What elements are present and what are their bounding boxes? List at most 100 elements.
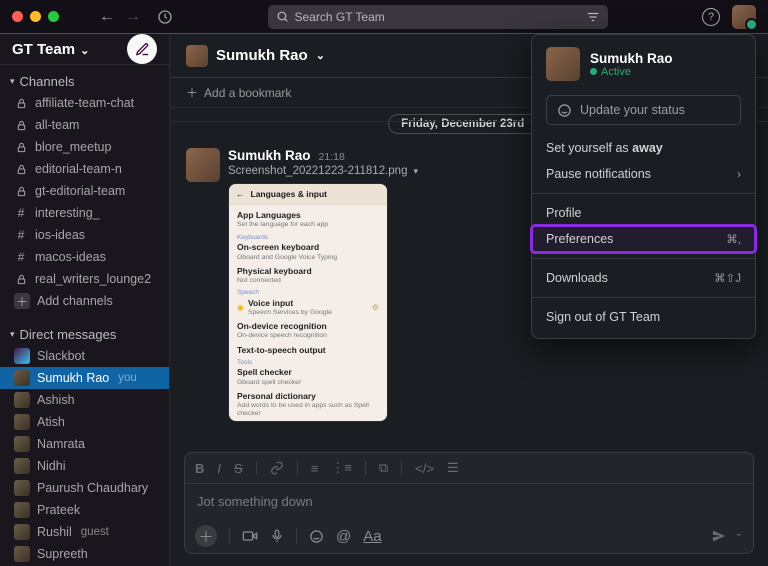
preferences-label: Preferences bbox=[546, 232, 613, 246]
date-divider[interactable]: Friday, December 23rd ⌄ bbox=[388, 114, 550, 134]
mention-button[interactable]: @ bbox=[336, 528, 351, 545]
channel-item[interactable]: real_writers_lounge2 bbox=[0, 268, 169, 290]
chevron-down-icon[interactable]: ▾ bbox=[413, 166, 418, 177]
dm-item[interactable]: Nidhi bbox=[0, 455, 169, 477]
user-menu-name: Sumukh Rao bbox=[590, 51, 673, 66]
history-icon[interactable] bbox=[157, 9, 173, 25]
channel-name: all-team bbox=[35, 118, 79, 132]
back-arrow-icon: ← bbox=[236, 189, 245, 199]
set-away-button[interactable]: Set yourself as away bbox=[532, 135, 755, 161]
message-avatar[interactable] bbox=[186, 148, 220, 182]
dm-item[interactable]: Prateek bbox=[0, 499, 169, 521]
dm-name: Supreeth bbox=[37, 547, 88, 561]
signout-button[interactable]: Sign out of GT Team bbox=[532, 304, 755, 330]
dm-avatar bbox=[14, 546, 30, 562]
emoji-icon bbox=[557, 103, 572, 118]
user-avatar-button[interactable] bbox=[732, 5, 756, 29]
channel-item[interactable]: affiliate-team-chat bbox=[0, 92, 169, 114]
lock-icon bbox=[14, 142, 28, 153]
dm-item[interactable]: Atish bbox=[0, 411, 169, 433]
channels-label: Channels bbox=[20, 74, 75, 89]
bullet-list-button[interactable]: ⋮≡ bbox=[331, 460, 352, 476]
channel-item[interactable]: gt-editorial-team bbox=[0, 180, 169, 202]
date-divider-label: Friday, December 23rd bbox=[401, 118, 524, 130]
composer-input[interactable]: Jot something down bbox=[185, 484, 753, 519]
plus-icon: ＋ bbox=[14, 293, 30, 309]
send-options-button[interactable]: ⌄ bbox=[735, 528, 743, 544]
bold-button[interactable]: B bbox=[195, 461, 204, 476]
zoom-window-button[interactable] bbox=[48, 11, 59, 22]
close-window-button[interactable] bbox=[12, 11, 23, 22]
dm-item[interactable]: Paurush Chaudhary bbox=[0, 477, 169, 499]
downloads-button[interactable]: Downloads ⌘⇧J bbox=[532, 265, 755, 291]
downloads-shortcut: ⌘⇧J bbox=[714, 271, 741, 285]
compose-button[interactable] bbox=[127, 34, 157, 64]
channel-item[interactable]: editorial-team-n bbox=[0, 158, 169, 180]
channels-section-header[interactable]: ▾ Channels bbox=[0, 71, 169, 92]
add-channels[interactable]: ＋ Add channels bbox=[0, 290, 169, 312]
strike-button[interactable]: S bbox=[234, 461, 243, 476]
dm-item[interactable]: Ashish bbox=[0, 389, 169, 411]
codeblock-button[interactable]: ☰ bbox=[447, 460, 459, 476]
help-icon[interactable]: ? bbox=[702, 8, 720, 26]
conversation-avatar bbox=[186, 45, 208, 67]
hash-icon: # bbox=[14, 228, 28, 242]
channel-name: affiliate-team-chat bbox=[35, 96, 134, 110]
dm-item[interactable]: Slackbot bbox=[0, 345, 169, 367]
code-button[interactable]: </> bbox=[415, 461, 434, 476]
channel-name: editorial-team-n bbox=[35, 162, 122, 176]
dms-section-header[interactable]: ▾ Direct messages bbox=[0, 324, 169, 345]
minimize-window-button[interactable] bbox=[30, 11, 41, 22]
titlebar: ← → Search GT Team ? bbox=[0, 0, 768, 34]
channel-item[interactable]: #ios-ideas bbox=[0, 224, 169, 246]
channel-item[interactable]: #interesting_ bbox=[0, 202, 169, 224]
message-author[interactable]: Sumukh Rao bbox=[228, 148, 311, 163]
update-status-button[interactable]: Update your status bbox=[546, 95, 741, 125]
channel-name: macos-ideas bbox=[35, 250, 106, 264]
caret-down-icon: ▾ bbox=[10, 76, 15, 87]
attachment-preview[interactable]: ← Languages & input App Languages Set th… bbox=[228, 183, 388, 422]
global-search[interactable]: Search GT Team bbox=[268, 5, 608, 29]
dm-avatar bbox=[14, 414, 30, 430]
workspace-switcher[interactable]: GT Team ⌄ bbox=[0, 34, 169, 65]
attach-button[interactable]: ＋ bbox=[195, 525, 217, 547]
add-channels-label: Add channels bbox=[37, 294, 113, 308]
channel-item[interactable]: blore_meetup bbox=[0, 136, 169, 158]
dm-name: Sumukh Rao bbox=[37, 371, 109, 385]
dm-item[interactable]: Rushilguest bbox=[0, 521, 169, 543]
forward-button[interactable]: → bbox=[125, 8, 141, 26]
video-button[interactable] bbox=[242, 528, 258, 544]
dm-avatar bbox=[14, 502, 30, 518]
window-controls bbox=[12, 11, 59, 22]
preferences-button[interactable]: Preferences ⌘, bbox=[532, 226, 755, 252]
guest-badge: guest bbox=[81, 526, 109, 538]
composer-format-toolbar: B I S ≡ ⋮≡ ⧉ </> ☰ bbox=[185, 453, 753, 484]
history-nav: ← → bbox=[99, 8, 141, 26]
italic-button[interactable]: I bbox=[217, 461, 221, 476]
dm-avatar bbox=[14, 370, 30, 386]
dm-item[interactable]: Supreeth bbox=[0, 543, 169, 565]
hash-icon: # bbox=[14, 250, 28, 264]
dm-name: Nidhi bbox=[37, 459, 66, 473]
profile-button[interactable]: Profile bbox=[532, 200, 755, 226]
link-button[interactable] bbox=[270, 461, 284, 475]
blockquote-button[interactable]: ⧉ bbox=[379, 460, 388, 476]
pause-notifications-button[interactable]: Pause notifications › bbox=[532, 161, 755, 187]
send-button[interactable] bbox=[711, 528, 727, 544]
attachment-title: Languages & input bbox=[251, 189, 328, 199]
search-filter-icon[interactable] bbox=[586, 10, 600, 24]
gear-icon: ⚙ bbox=[372, 303, 379, 313]
audio-button[interactable] bbox=[270, 529, 284, 543]
user-menu-avatar bbox=[546, 47, 580, 81]
dm-name: Paurush Chaudhary bbox=[37, 481, 148, 495]
dm-item[interactable]: Sumukh Raoyou bbox=[0, 367, 169, 389]
lock-icon bbox=[14, 164, 28, 175]
emoji-button[interactable] bbox=[309, 529, 324, 544]
back-button[interactable]: ← bbox=[99, 8, 115, 26]
formatting-toggle[interactable]: Aa bbox=[363, 528, 381, 545]
channel-item[interactable]: # macos-ideas bbox=[0, 246, 169, 268]
ordered-list-button[interactable]: ≡ bbox=[311, 461, 319, 476]
dm-item[interactable]: Namrata bbox=[0, 433, 169, 455]
channel-item[interactable]: all-team bbox=[0, 114, 169, 136]
channel-name: interesting_ bbox=[35, 206, 100, 220]
